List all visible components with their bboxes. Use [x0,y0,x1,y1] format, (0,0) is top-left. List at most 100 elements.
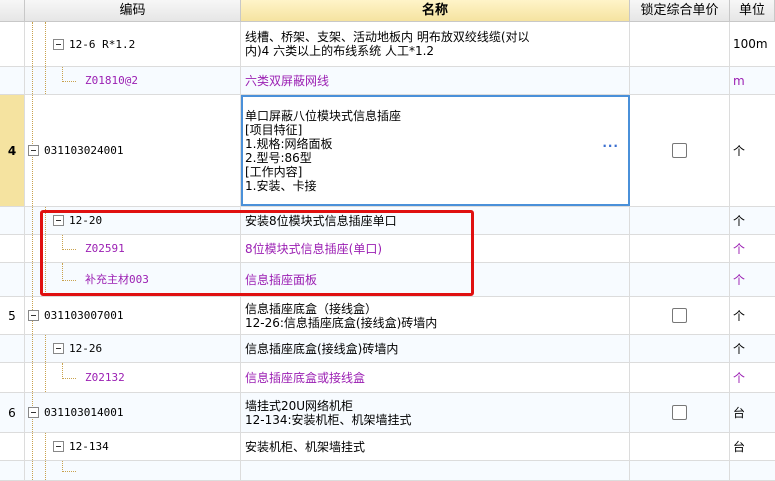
table-row[interactable]: 4 031103024001 单口屏蔽八位模块式信息插座 [项目特征] 1.规格:网络面… [0,95,775,207]
tree-connector [32,433,33,460]
table-row[interactable]: Z01810@2 六类双屏蔽网线 m [0,67,775,95]
collapse-toggle-icon[interactable] [28,310,39,321]
lock-price-cell[interactable] [630,297,730,334]
lock-price-cell [630,22,730,66]
code-cell[interactable]: 031103014001 [25,393,241,432]
item-name-cell[interactable]: 线槽、桥架、支架、活动地板内 明布放双绞线缆(对以 内)4 六类以上的布线系统 人… [241,22,630,66]
table-row[interactable]: 补充主材003 信息插座面板 个 [0,263,775,297]
unit-cell[interactable]: 台 [730,393,775,432]
code-cell[interactable]: Z02591 [25,235,241,262]
unit-cell[interactable]: 台 [730,433,775,460]
header-lock-price[interactable]: 锁定综合单价 [630,0,730,22]
code-cell[interactable]: Z01810@2 [25,67,241,94]
tree-connector [62,81,76,82]
item-name-line: 墙挂式20U网络机柜 [245,398,354,413]
unit-cell[interactable]: 个 [730,335,775,362]
item-name-cell[interactable]: 信息插座底盒（接线盒） 12-26:信息插座底盒(接线盒)砖墙内 [241,297,630,334]
code-cell[interactable]: 12-26 [25,335,241,362]
code-cell[interactable]: 补充主材003 [25,263,241,296]
item-code: 031103014001 [44,406,124,419]
table-row[interactable]: 12-134 安装机柜、机架墙挂式 台 [0,433,775,461]
table-row[interactable]: 12-20 安装8位模块式信息插座单口 个 [0,207,775,235]
unit-cell[interactable]: 个 [730,207,775,234]
code-cell[interactable] [25,461,241,480]
tree-connector [32,461,33,480]
table-row[interactable]: 12-6 R*1.2 线槽、桥架、支架、活动地板内 明布放双绞线缆(对以 内)4 六… [0,22,775,67]
tree-connector [62,363,63,377]
header-row-number [0,0,25,22]
table-row[interactable]: 6 031103014001 墙挂式20U网络机柜 12-134:安装机柜、机架墙挂式… [0,393,775,433]
collapse-toggle-icon[interactable] [28,407,39,418]
tree-connector [62,378,76,379]
collapse-toggle-icon[interactable] [53,441,64,452]
code-cell[interactable]: Z02132 [25,363,241,392]
row-number [0,207,25,234]
unit-cell[interactable]: 个 [730,95,775,206]
item-name-cell[interactable]: 单口屏蔽八位模块式信息插座 [项目特征] 1.规格:网络面板 2.型号:86型 [工作内… [241,95,630,206]
item-name-cell[interactable]: 六类双屏蔽网线 [241,67,630,94]
tree-connector [62,471,76,472]
unit-cell[interactable] [730,461,775,480]
item-name-cell[interactable]: 信息插座底盒(接线盒)砖墙内 [241,335,630,362]
tree-connector [45,207,46,234]
row-number [0,335,25,362]
collapse-toggle-icon[interactable] [53,343,64,354]
item-name-cell[interactable]: 安装机柜、机架墙挂式 [241,433,630,460]
lock-price-cell [630,263,730,296]
tree-connector [45,461,46,480]
tree-connector [62,461,63,470]
code-cell[interactable]: 12-134 [25,433,241,460]
unit-cell[interactable]: 个 [730,363,775,392]
item-name-line: 线槽、桥架、支架、活动地板内 明布放双绞线缆(对以 [245,30,530,44]
item-name-line: 单口屏蔽八位模块式信息插座 [245,108,402,123]
unit-cell[interactable]: 个 [730,235,775,262]
item-name-line: 信息插座底盒或接线盒 [245,370,366,385]
checkbox-icon[interactable] [672,143,687,158]
item-name-cell[interactable]: 信息插座底盒或接线盒 [241,363,630,392]
tree-connector [45,433,46,460]
item-code: 补充主材003 [85,273,149,286]
header-unit[interactable]: 单位 [730,0,775,22]
collapse-toggle-icon[interactable] [28,145,39,156]
item-name-cell[interactable]: 8位模块式信息插座(单口) [241,235,630,262]
code-cell[interactable]: 031103007001 [25,297,241,334]
row-number [0,461,25,480]
item-name-cell[interactable] [241,461,630,480]
unit-cell[interactable]: m [730,67,775,94]
code-cell[interactable]: 12-6 R*1.2 [25,22,241,66]
item-name-cell[interactable]: 墙挂式20U网络机柜 12-134:安装机柜、机架墙挂式 [241,393,630,432]
checkbox-icon[interactable] [672,405,687,420]
lock-price-cell[interactable] [630,393,730,432]
code-cell[interactable]: 031103024001 [25,95,241,206]
collapse-toggle-icon[interactable] [53,39,64,50]
tree-connector [45,263,46,296]
more-options-button[interactable]: ··· [602,139,619,153]
item-code: Z01810@2 [85,74,138,87]
item-code: 031103007001 [44,309,124,322]
header-code[interactable]: 编码 [25,0,241,22]
table-row[interactable]: 5 031103007001 信息插座底盒（接线盒） 12-26:信息插座底盒(接线盒… [0,297,775,335]
table-row[interactable]: Z02591 8位模块式信息插座(单口) 个 [0,235,775,263]
item-code: 031103024001 [44,144,124,157]
checkbox-icon[interactable] [672,308,687,323]
table-row[interactable]: 12-26 信息插座底盒(接线盒)砖墙内 个 [0,335,775,363]
tree-connector [45,335,46,362]
collapse-toggle-icon[interactable] [53,215,64,226]
item-name-line: 内)4 六类以上的布线系统 人工*1.2 [245,44,435,58]
code-cell[interactable]: 12-20 [25,207,241,234]
table-row[interactable]: Z02132 信息插座底盒或接线盒 个 [0,363,775,393]
item-code: 12-6 R*1.2 [69,38,136,51]
header-name[interactable]: 名称 [241,0,630,22]
table-row[interactable] [0,461,775,481]
unit-cell[interactable]: 个 [730,263,775,296]
unit-cell[interactable]: 个 [730,297,775,334]
tree-connector [45,235,46,262]
bill-grid: 编码 名称 锁定综合单价 单位 12-6 R*1.2 线槽、桥架、支架、活动地板内… [0,0,775,481]
item-name-cell[interactable]: 信息插座面板 [241,263,630,296]
item-name-cell[interactable]: 安装8位模块式信息插座单口 [241,207,630,234]
unit-cell[interactable]: 100m [730,22,775,66]
row-number [0,433,25,460]
lock-price-cell[interactable] [630,95,730,206]
item-code: 12-26 [69,342,103,355]
tree-connector [32,335,33,362]
